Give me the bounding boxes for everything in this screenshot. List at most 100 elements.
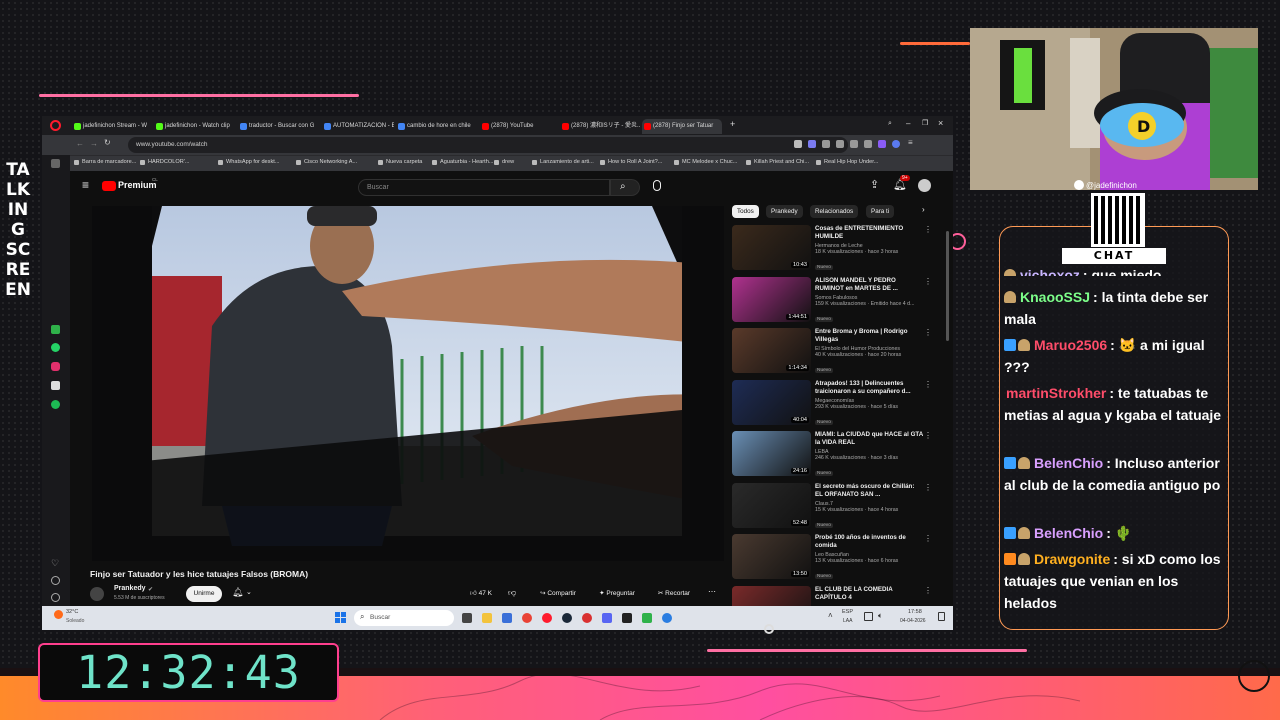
- recommended-video[interactable]: 13:50 Probé 100 años de inventos de comid…: [732, 534, 932, 582]
- thumbs-down-icon[interactable]: 👎︎: [508, 588, 516, 598]
- video-thumbnail[interactable]: 10:43: [732, 225, 811, 270]
- chip-prankedy[interactable]: Prankedy: [766, 205, 803, 218]
- volume-icon[interactable]: 🔈︎: [878, 611, 883, 621]
- join-button[interactable]: Unirme: [186, 586, 222, 602]
- video-title[interactable]: EL CLUB DE LA COMEDIA CAPÍTULO 4: [815, 586, 923, 602]
- video-title[interactable]: Probé 100 años de inventos de comida: [815, 534, 923, 550]
- maximize-icon[interactable]: ❐: [922, 119, 928, 127]
- bookmark-item[interactable]: Cisco Networking A...: [296, 159, 357, 165]
- camera-icon[interactable]: [794, 140, 802, 148]
- video-title[interactable]: El secreto más oscuro de Chillán: EL ORF…: [815, 483, 923, 499]
- tab-2[interactable]: jadefinichon - Watch clip: [154, 119, 234, 134]
- video-thumbnail[interactable]: 24:16: [732, 431, 811, 476]
- whatsapp-icon[interactable]: [51, 343, 60, 352]
- video-thumbnail[interactable]: 40:04: [732, 379, 811, 425]
- youtube-logo-icon[interactable]: [102, 181, 116, 191]
- scrollbar[interactable]: [946, 231, 949, 341]
- chat-username[interactable]: BelenChio: [1034, 525, 1103, 541]
- extension-icon-2[interactable]: [822, 140, 830, 148]
- tab-1[interactable]: jadefinichon Stream - W: [72, 119, 148, 134]
- extension-icon-4[interactable]: [850, 140, 858, 148]
- minimize-icon[interactable]: –: [906, 119, 910, 128]
- url-input[interactable]: www.youtube.com/watch: [128, 137, 848, 153]
- opera-icon[interactable]: [542, 613, 552, 623]
- bookmark-item[interactable]: Aguaturbia - Hearth...: [432, 159, 493, 165]
- language-code[interactable]: ESP: [842, 609, 853, 615]
- bookmark-item[interactable]: WhatsApp for deskt...: [218, 159, 279, 165]
- bookmark-item[interactable]: MC Melodee x Chuc...: [674, 159, 737, 165]
- history-icon[interactable]: [51, 576, 60, 585]
- more-options-icon[interactable]: ⋮: [924, 534, 932, 543]
- heart-icon[interactable]: ♡: [51, 559, 60, 568]
- video-title[interactable]: Cosas de ENTRETENIMIENTO HUMILDE: [815, 225, 923, 241]
- recommended-video[interactable]: 10:43 Cosas de ENTRETENIMIENTO HUMILDE Her…: [732, 225, 932, 273]
- more-options-icon[interactable]: ⋮: [924, 225, 932, 234]
- forward-icon[interactable]: →: [90, 139, 98, 148]
- chat-username[interactable]: BelenChio: [1034, 455, 1103, 471]
- chips-next-icon[interactable]: ›: [922, 205, 925, 214]
- bookmark-item[interactable]: Nueva carpeta: [378, 159, 422, 165]
- file-explorer-icon[interactable]: [482, 613, 492, 623]
- like-button[interactable]: 👍︎ 47 K: [466, 586, 496, 602]
- tab-4[interactable]: AUTOMATIZACION - Bu: [322, 119, 394, 134]
- bookmark-item[interactable]: drew: [494, 159, 514, 165]
- clock-time[interactable]: 17:58: [908, 609, 922, 615]
- youtube-premium-logo[interactable]: Premium: [118, 180, 157, 190]
- extension-icon-3[interactable]: [836, 140, 844, 148]
- opera-logo-icon[interactable]: [50, 120, 61, 131]
- app-blue-taskbar-icon[interactable]: [662, 613, 672, 623]
- hamburger-menu-icon[interactable]: ≡: [82, 178, 89, 192]
- recommended-video[interactable]: 52:48 El secreto más oscuro de Chillán: E…: [732, 482, 932, 531]
- recommended-video[interactable]: 24:16 MIAMI: La CIUDAD que HACE al GTA la…: [732, 431, 932, 479]
- search-tabs-icon[interactable]: ⌕: [888, 120, 892, 128]
- tab-7[interactable]: (2878) 濃和ISリ子 - 愛炎..: [560, 119, 642, 134]
- task-view-icon[interactable]: [462, 613, 472, 623]
- chat-username[interactable]: Drawgonite: [1034, 551, 1110, 567]
- spotify-icon[interactable]: [51, 400, 60, 409]
- bookmark-item[interactable]: Barra de marcadore...: [74, 159, 136, 165]
- aria-ext-icon[interactable]: [878, 140, 886, 148]
- new-tab-icon[interactable]: +: [730, 119, 735, 129]
- recommended-video[interactable]: 1:14:34 Entre Broma y Broma | Rodrigo Vil…: [732, 328, 932, 376]
- extension-icon-5[interactable]: [864, 140, 872, 148]
- app-green-taskbar-icon[interactable]: [642, 613, 652, 623]
- account-avatar[interactable]: [918, 179, 931, 192]
- notification-center-icon[interactable]: [938, 612, 945, 621]
- tab-8[interactable]: (2878) Finjo ser Tatuar: [642, 119, 722, 134]
- back-icon[interactable]: ←: [76, 139, 84, 148]
- subscription-bell-icon[interactable]: 🔔︎: [232, 587, 243, 598]
- chat-username[interactable]: vichoxoz: [1020, 267, 1080, 276]
- chat-username[interactable]: KnaooSSJ: [1020, 289, 1090, 305]
- steam-icon[interactable]: [562, 613, 572, 623]
- weather-icon[interactable]: [54, 610, 63, 619]
- more-options-icon[interactable]: ⋮: [924, 328, 932, 337]
- tab-6[interactable]: (2878) YouTube: [480, 119, 562, 134]
- video-thumbnail[interactable]: 13:50: [732, 534, 811, 579]
- bookmark-item[interactable]: Real Hip Hop Under...: [816, 159, 878, 165]
- profile-icon[interactable]: [892, 140, 900, 148]
- obs-icon[interactable]: [622, 613, 632, 623]
- extension-icon[interactable]: [808, 140, 816, 148]
- discord-icon[interactable]: [602, 613, 612, 623]
- settings-icon[interactable]: [51, 593, 60, 602]
- store-icon[interactable]: [502, 613, 512, 623]
- app-red-icon[interactable]: [582, 613, 592, 623]
- youtube-search-button[interactable]: ⌕: [610, 179, 640, 196]
- chip-relacionados[interactable]: Relacionados: [810, 205, 859, 218]
- more-options-icon[interactable]: ⋮: [924, 483, 932, 492]
- app-green-icon[interactable]: [51, 325, 60, 334]
- chat-username[interactable]: martinStrokher: [1006, 385, 1106, 401]
- video-title[interactable]: ALISON MANDEL Y PEDRO RUMINOT en MARTES …: [815, 277, 923, 293]
- bookmark-item[interactable]: Killah Priest and Chi...: [746, 159, 809, 165]
- more-options-icon[interactable]: ⋮: [924, 277, 932, 286]
- recommended-video[interactable]: 40:04 Atrapados! 133 | Delincuentes traic…: [732, 379, 932, 428]
- more-options-icon[interactable]: ⋮: [924, 586, 932, 595]
- taskbar-search-input[interactable]: Buscar: [354, 610, 454, 626]
- chat-username[interactable]: Maruo2506: [1034, 337, 1107, 353]
- menu-icon[interactable]: ≡: [908, 138, 913, 147]
- video-thumbnail[interactable]: 1:14:34: [732, 328, 811, 373]
- youtube-search-input[interactable]: Buscar: [358, 179, 610, 196]
- channel-avatar[interactable]: [90, 587, 104, 601]
- video-player[interactable]: [92, 206, 724, 561]
- more-options-icon[interactable]: ⋮: [924, 431, 932, 440]
